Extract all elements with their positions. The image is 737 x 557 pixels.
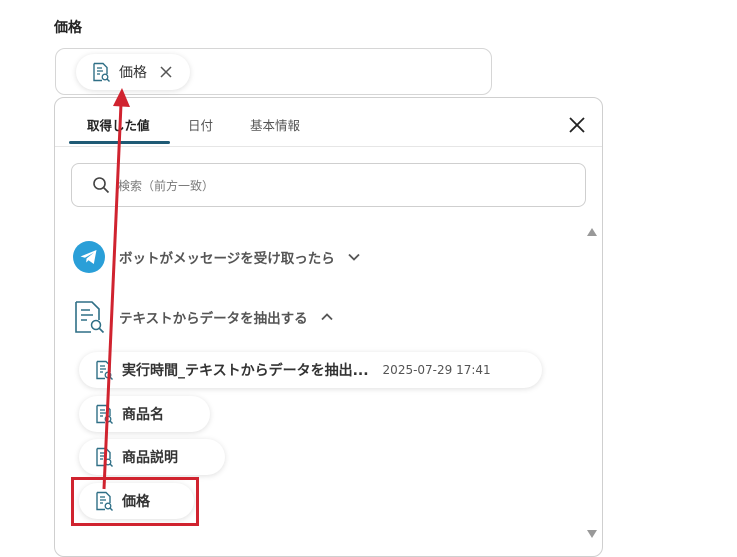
value-chip-product-name[interactable]: 商品名 [79, 396, 210, 432]
search-input[interactable] [116, 174, 560, 198]
scroll-down-icon[interactable] [587, 530, 597, 538]
active-tab-indicator [69, 141, 170, 144]
chevron-up-icon[interactable] [320, 310, 334, 324]
value-chip-execution-time[interactable]: 実行時間_テキストからデータを抽出... 2025-07-29 17:41 [79, 352, 542, 388]
close-icon[interactable] [568, 116, 586, 134]
document-search-icon [96, 447, 113, 467]
tab-acquired-values[interactable]: 取得した値 [87, 115, 150, 134]
document-search-icon [93, 62, 110, 82]
value-label: 商品説明 [122, 450, 178, 466]
value-label: 実行時間_テキストからデータを抽出... [122, 363, 369, 379]
document-search-icon [96, 404, 113, 424]
value-label: 商品名 [122, 407, 164, 423]
tab-basic-info[interactable]: 基本情報 [250, 115, 300, 134]
tab-bar: 取得した値 日付 基本情報 [55, 98, 602, 147]
value-date: 2025-07-29 17:41 [382, 363, 491, 377]
telegram-icon [73, 241, 105, 273]
search-box [71, 163, 586, 207]
remove-icon[interactable] [159, 65, 173, 79]
tab-date[interactable]: 日付 [188, 115, 213, 134]
field-label: 価格 [54, 20, 82, 36]
group-extract-text[interactable]: テキストからデータを抽出する [73, 300, 334, 334]
group-label: ボットがメッセージを受け取ったら [119, 251, 335, 267]
scroll-up-icon[interactable] [587, 228, 597, 236]
document-search-icon [96, 360, 113, 380]
selected-value-chip[interactable]: 価格 [76, 54, 190, 90]
search-icon [93, 177, 110, 194]
group-telegram-trigger[interactable]: ボットがメッセージを受け取ったら [73, 241, 361, 273]
value-chip-product-description[interactable]: 商品説明 [79, 439, 225, 475]
annotation-highlight-box [71, 477, 199, 526]
selected-chip-label: 価格 [119, 65, 147, 81]
document-search-icon [75, 301, 105, 334]
chevron-down-icon[interactable] [347, 250, 361, 264]
group-label: テキストからデータを抽出する [119, 311, 308, 327]
